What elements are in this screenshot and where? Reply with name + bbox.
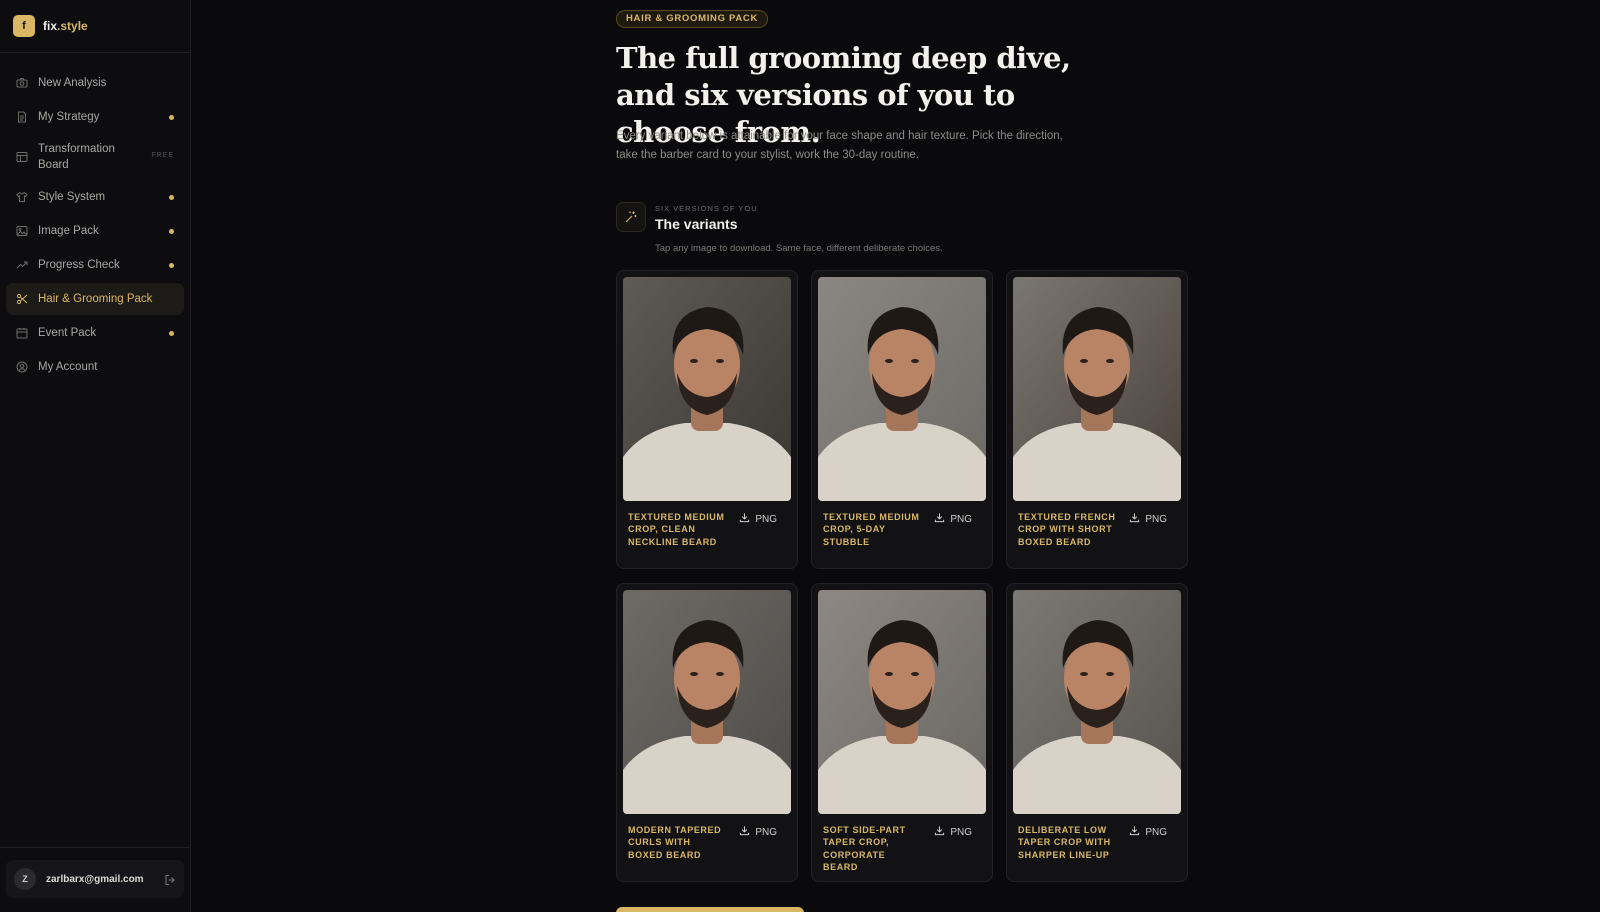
- brand-name-main: fix: [43, 19, 58, 33]
- download-icon: [934, 512, 950, 526]
- section-header: SIX VERSIONS OF YOU The variants Tap any…: [616, 202, 1186, 262]
- download-png-button[interactable]: PNG: [739, 512, 777, 526]
- shirt-icon: [16, 191, 28, 203]
- sidebar-item-label: New Analysis: [38, 77, 107, 89]
- variant-photo[interactable]: [818, 590, 986, 814]
- section-subtitle: Tap any image to download. Same face, di…: [655, 243, 943, 254]
- download-icon: [1129, 825, 1145, 839]
- account-box[interactable]: Z zarlbarx@gmail.com: [6, 860, 184, 898]
- variant-caption: MODERN TAPERED CURLS WITH BOXED BEARD: [628, 825, 722, 860]
- download-png-button[interactable]: PNG: [934, 825, 972, 839]
- logout-icon[interactable]: [164, 873, 176, 885]
- variant-photo[interactable]: [1013, 277, 1181, 501]
- camera-icon: [16, 77, 28, 89]
- sidebar-item-transformation-board[interactable]: Transformation Board FREE: [6, 135, 184, 179]
- scissors-icon: [16, 293, 28, 305]
- download-label: PNG: [1145, 826, 1167, 838]
- sidebar-item-event-pack[interactable]: Event Pack: [6, 317, 184, 349]
- variant-card[interactable]: SOFT SIDE-PART TAPER CROP, CORPORATE BEA…: [811, 583, 993, 882]
- download-label: PNG: [950, 826, 972, 838]
- sidebar-item-image-pack[interactable]: Image Pack: [6, 215, 184, 247]
- variant-card[interactable]: TEXTURED MEDIUM CROP, 5-DAY STUBBLE PNG: [811, 270, 993, 569]
- download-icon: [739, 512, 755, 526]
- variant-caption: TEXTURED MEDIUM CROP, 5-DAY STUBBLE: [823, 512, 920, 547]
- section-title: The variants: [655, 216, 738, 232]
- sidebar-item-hair-grooming-pack[interactable]: Hair & Grooming Pack: [6, 283, 184, 315]
- sidebar-item-label: My Account: [38, 361, 98, 373]
- sidebar-item-label: Transformation Board: [38, 143, 115, 171]
- sidebar-item-progress-check[interactable]: Progress Check: [6, 249, 184, 281]
- sparkle-wand-icon: [616, 202, 646, 232]
- download-label: PNG: [950, 513, 972, 525]
- download-label: PNG: [1145, 513, 1167, 525]
- sidebar-item-label: Hair & Grooming Pack: [38, 293, 153, 305]
- sidebar-item-style-system[interactable]: Style System: [6, 181, 184, 213]
- brand[interactable]: f fix.style: [0, 0, 190, 53]
- document-icon: [16, 111, 28, 123]
- variant-caption: TEXTURED MEDIUM CROP, CLEAN NECKLINE BEA…: [628, 512, 725, 547]
- sidebar-item-my-strategy[interactable]: My Strategy: [6, 101, 184, 133]
- download-icon: [934, 825, 950, 839]
- pack-badge: HAIR & GROOMING PACK: [616, 10, 769, 28]
- variant-caption: DELIBERATE LOW TAPER CROP WITH SHARPER L…: [1018, 825, 1111, 860]
- avatar: Z: [14, 868, 36, 890]
- sidebar-item-label: Style System: [38, 191, 106, 203]
- user-circle-icon: [16, 361, 28, 373]
- trend-icon: [16, 259, 28, 271]
- sidebar-item-my-account[interactable]: My Account: [6, 351, 184, 383]
- sidebar: f fix.style New Analysis My Strategy Tra…: [0, 0, 191, 912]
- sidebar-nav: New Analysis My Strategy Transformation …: [0, 53, 190, 383]
- primary-action-button[interactable]: [616, 907, 804, 912]
- download-png-button[interactable]: PNG: [739, 825, 777, 839]
- account-footer: Z zarlbarx@gmail.com: [0, 847, 190, 912]
- sidebar-item-new-analysis[interactable]: New Analysis: [6, 67, 184, 99]
- variant-card[interactable]: MODERN TAPERED CURLS WITH BOXED BEARD PN…: [616, 583, 798, 882]
- download-png-button[interactable]: PNG: [1129, 825, 1167, 839]
- brand-name: fix.style: [43, 19, 88, 33]
- status-dot: [169, 115, 174, 120]
- variant-card[interactable]: TEXTURED FRENCH CROP WITH SHORT BOXED BE…: [1006, 270, 1188, 569]
- board-icon: [16, 151, 28, 163]
- brand-name-accent: .style: [57, 19, 88, 33]
- variant-grid: TEXTURED MEDIUM CROP, CLEAN NECKLINE BEA…: [616, 270, 1188, 882]
- download-label: PNG: [755, 513, 777, 525]
- status-dot: [169, 195, 174, 200]
- download-png-button[interactable]: PNG: [1129, 512, 1167, 526]
- variant-caption: SOFT SIDE-PART TAPER CROP, CORPORATE BEA…: [823, 825, 906, 873]
- section-eyebrow: SIX VERSIONS OF YOU: [655, 204, 758, 213]
- variant-card[interactable]: TEXTURED MEDIUM CROP, CLEAN NECKLINE BEA…: [616, 270, 798, 569]
- variant-photo[interactable]: [1013, 590, 1181, 814]
- variant-card[interactable]: DELIBERATE LOW TAPER CROP WITH SHARPER L…: [1006, 583, 1188, 882]
- download-icon: [739, 825, 755, 839]
- free-tag: FREE: [151, 152, 174, 159]
- sidebar-item-label: My Strategy: [38, 111, 100, 123]
- download-png-button[interactable]: PNG: [934, 512, 972, 526]
- page-intro: Every variant below is attainable for yo…: [616, 130, 1063, 161]
- sidebar-item-label: Image Pack: [38, 225, 99, 237]
- sidebar-item-label: Event Pack: [38, 327, 97, 339]
- status-dot: [169, 229, 174, 234]
- variant-photo[interactable]: [623, 590, 791, 814]
- variant-caption: TEXTURED FRENCH CROP WITH SHORT BOXED BE…: [1018, 512, 1116, 547]
- calendar-icon: [16, 327, 28, 339]
- brand-logo: f: [13, 15, 35, 37]
- status-dot: [169, 263, 174, 268]
- image-icon: [16, 225, 28, 237]
- variant-photo[interactable]: [818, 277, 986, 501]
- sidebar-item-label: Progress Check: [38, 259, 120, 271]
- status-dot: [169, 331, 174, 336]
- download-icon: [1129, 512, 1145, 526]
- account-email: zarlbarx@gmail.com: [46, 873, 144, 885]
- variant-photo[interactable]: [623, 277, 791, 501]
- download-label: PNG: [755, 826, 777, 838]
